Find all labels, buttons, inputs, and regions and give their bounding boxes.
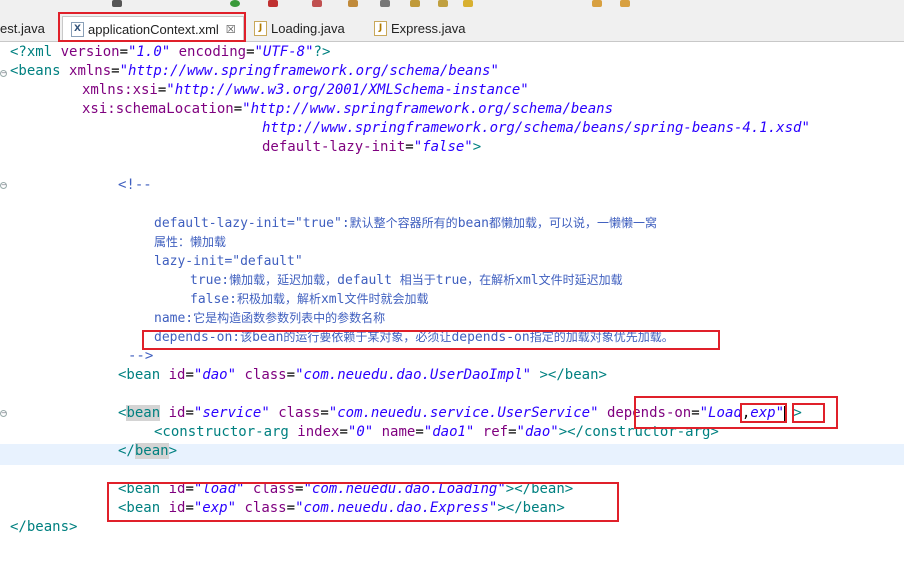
exp-value-highlight [792,403,825,423]
fold-icon[interactable]: − [0,182,7,189]
comment-line: true:懒加载，延迟加载，default 相当于true，在解析xml文件时延… [190,273,623,288]
java-file-icon: J [254,21,267,36]
tab-highlight-box [58,12,246,42]
code-line-bean-dao: <bean id="dao" class="com.neuedu.dao.Use… [118,367,607,383]
code-line-default-lazy-init: default-lazy-init="false"> [262,139,482,155]
fold-icon[interactable]: − [0,70,7,77]
comment-line: 属性：懒加载 [154,235,227,249]
load-value-highlight [740,403,787,423]
toolbar-icon[interactable] [268,0,278,7]
depends-on-comment-highlight [142,330,720,350]
code-line-schema-location: xsi:schemaLocation="http://www.springfra… [82,101,614,117]
code-line-xml-decl: <?xml version="1.0" encoding="UTF-8"?> [10,44,331,60]
java-file-icon: J [374,21,387,36]
comment-line: lazy-init="default" [154,254,303,269]
comment-open: <!-- [118,177,152,193]
code-line-schema-location-2: http://www.springframework.org/schema/be… [262,120,810,136]
new-beans-highlight [107,482,619,522]
toolbar-icon[interactable] [463,0,473,7]
toolbar-icon[interactable] [312,0,322,7]
fold-icon[interactable]: − [0,410,7,417]
comment-line: name:它是构造函数参数列表中的参数名称 [154,311,386,326]
toolbar-strip [0,0,904,12]
tab-label: est.java [0,21,45,36]
toolbar-icon[interactable] [348,0,358,7]
tab-label: Loading.java [271,21,345,36]
toolbar-icon[interactable] [230,0,240,7]
toolbar-icon[interactable] [410,0,420,7]
toolbar-icon[interactable] [620,0,630,7]
tab-est-java[interactable]: est.java [0,16,55,41]
code-line-bean-close: </bean> [118,443,178,459]
toolbar-icon[interactable] [438,0,448,7]
toolbar-icon[interactable] [592,0,602,7]
tab-label: Express.java [391,21,466,36]
code-line-xmlns-xsi: xmlns:xsi="http://www.w3.org/2001/XMLSch… [82,82,529,98]
comment-line: default-lazy-init="true":默认整个容器所有的bean都懒… [154,216,658,231]
tab-express-java[interactable]: J Express.java [374,16,484,41]
toolbar-icon[interactable] [380,0,390,7]
toolbar-icon[interactable] [112,0,122,7]
code-line-beans-open: <beans xmlns="http://www.springframework… [10,63,499,79]
code-line-beans-close: </beans> [10,519,78,535]
comment-line: false:积极加载，解析xml文件时就会加载 [190,292,429,307]
tab-loading-java[interactable]: J Loading.java [254,16,364,41]
